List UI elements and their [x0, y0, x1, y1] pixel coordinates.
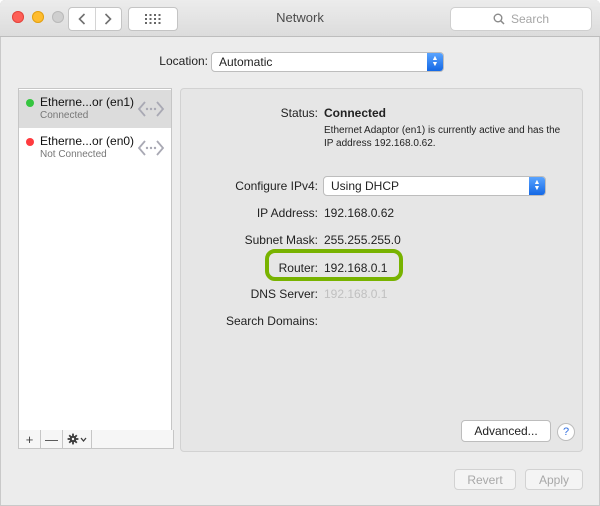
- status-value: Connected: [324, 106, 387, 120]
- dns-server-value: 192.168.0.1: [324, 287, 388, 301]
- revert-button[interactable]: Revert: [454, 469, 516, 490]
- service-state: Not Connected: [40, 149, 107, 160]
- subnet-mask-value: 255.255.255.0: [324, 233, 401, 247]
- details-panel: Status: Connected Ethernet Adaptor (en1)…: [180, 88, 583, 452]
- action-menu-button[interactable]: [63, 430, 92, 448]
- chevron-down-icon: ▼: [533, 185, 541, 192]
- ethernet-arrows-icon: [137, 140, 165, 156]
- status-dot-disconnected: [26, 138, 34, 146]
- back-button[interactable]: [69, 8, 95, 30]
- window-title: Network: [276, 10, 324, 25]
- search-field[interactable]: Search: [450, 7, 592, 31]
- close-window-button[interactable]: [12, 11, 24, 23]
- configure-ipv4-popup[interactable]: Using DHCP ▲ ▼: [323, 176, 546, 196]
- dns-server-label: DNS Server:: [250, 287, 318, 301]
- service-item-en0[interactable]: Etherne...or (en0) Not Connected: [19, 129, 171, 167]
- grid-icon: [145, 14, 161, 24]
- apply-button[interactable]: Apply: [525, 469, 583, 490]
- service-name: Etherne...or (en0): [40, 134, 135, 148]
- search-domains-label: Search Domains:: [225, 314, 318, 328]
- service-state: Connected: [40, 110, 89, 121]
- search-icon: [493, 13, 505, 25]
- remove-service-button[interactable]: —: [41, 430, 63, 448]
- help-button[interactable]: ?: [557, 423, 575, 441]
- location-popup-arrows: ▲ ▼: [427, 53, 443, 71]
- service-list-toolbar: + —: [18, 430, 174, 449]
- configure-popup-arrows: ▲ ▼: [529, 177, 545, 195]
- network-preferences-window: Network Search Location: Automatic ▲ ▼ E…: [0, 0, 600, 506]
- zoom-window-button[interactable]: [52, 11, 64, 23]
- service-list: Etherne...or (en1) Connected Etherne...o…: [18, 88, 172, 432]
- status-label: Status:: [280, 106, 318, 120]
- show-all-button[interactable]: [128, 7, 178, 31]
- ip-address-value: 192.168.0.62: [324, 206, 395, 220]
- advanced-button[interactable]: Advanced...: [461, 420, 551, 442]
- ethernet-arrows-icon: [137, 101, 165, 117]
- configure-ipv4-label: Configure IPv4:: [235, 179, 318, 193]
- router-label: Router:: [278, 261, 318, 275]
- configure-ipv4-value: Using DHCP: [331, 179, 400, 193]
- ip-address-label: IP Address:: [256, 206, 318, 220]
- chevron-down-icon: ▼: [431, 61, 439, 68]
- add-service-button[interactable]: +: [19, 430, 41, 448]
- forward-button[interactable]: [94, 8, 122, 30]
- service-item-en1[interactable]: Etherne...or (en1) Connected: [19, 90, 171, 128]
- location-popup[interactable]: Automatic ▲ ▼: [211, 52, 444, 72]
- location-row: Location: Automatic ▲ ▼: [0, 52, 600, 74]
- minimize-window-button[interactable]: [32, 11, 44, 23]
- subnet-mask-label: Subnet Mask:: [244, 233, 318, 247]
- status-description: Ethernet Adaptor (en1) is currently acti…: [324, 125, 561, 149]
- search-placeholder: Search: [510, 12, 550, 26]
- chevron-left-icon: [78, 13, 85, 25]
- status-dot-connected: [26, 99, 34, 107]
- location-label: Location:: [159, 54, 208, 68]
- location-value: Automatic: [219, 55, 273, 69]
- gear-icon: [67, 433, 87, 445]
- title-bar: Network Search: [0, 0, 600, 37]
- router-value: 192.168.0.1: [324, 261, 388, 275]
- back-forward-group: [68, 7, 122, 31]
- chevron-right-icon: [105, 13, 112, 25]
- service-name: Etherne...or (en1): [40, 95, 135, 109]
